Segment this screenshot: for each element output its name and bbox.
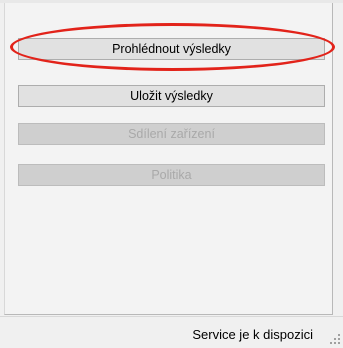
policy-label: Politika xyxy=(151,168,192,182)
save-results-label: Uložit výsledky xyxy=(130,89,213,103)
save-results-button[interactable]: Uložit výsledky xyxy=(18,85,325,107)
policy-button[interactable]: Politika xyxy=(18,164,325,186)
service-status-text: Service je k dispozici xyxy=(192,327,313,342)
status-bar: Service je k dispozici xyxy=(0,316,343,348)
view-results-button[interactable]: Prohlédnout výsledky xyxy=(18,38,325,60)
view-results-label: Prohlédnout výsledky xyxy=(112,42,231,56)
device-sharing-button[interactable]: Sdílení zařízení xyxy=(18,123,325,145)
resize-grip-icon[interactable] xyxy=(329,333,341,345)
device-sharing-label: Sdílení zařízení xyxy=(128,127,215,141)
